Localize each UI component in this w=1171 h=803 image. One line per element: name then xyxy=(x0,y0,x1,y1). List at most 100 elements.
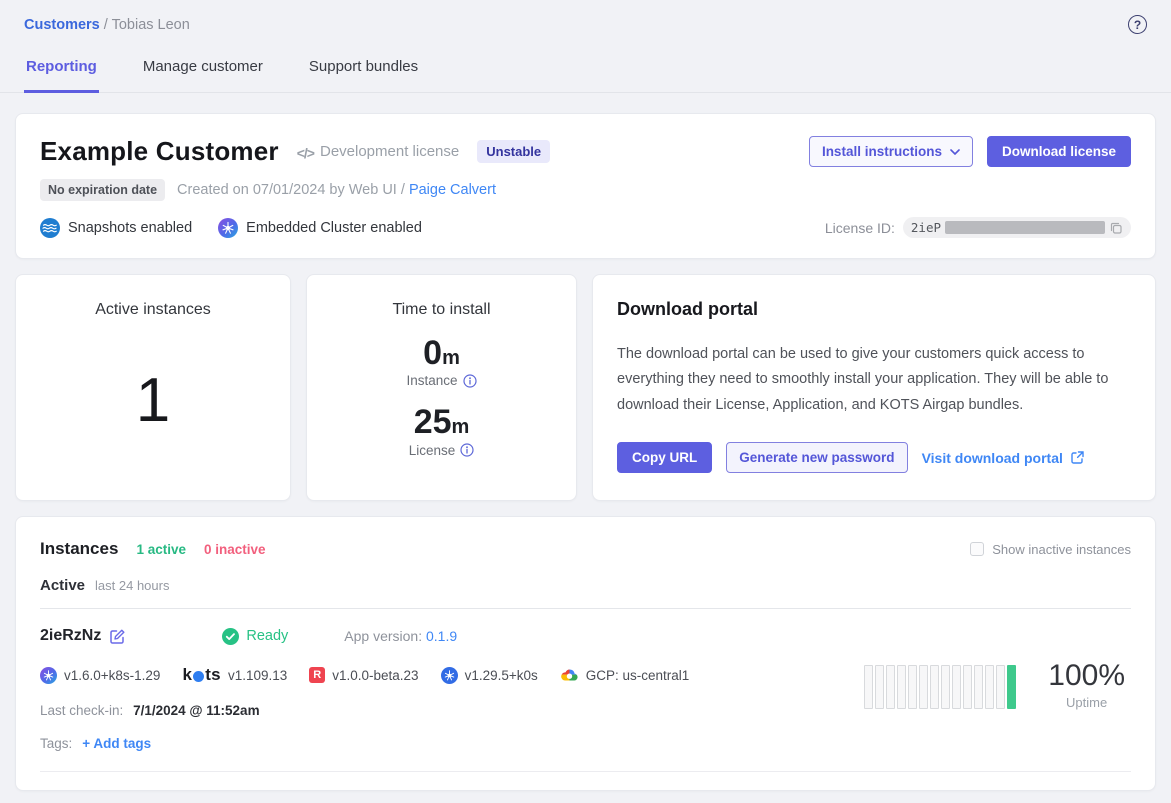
instances-title: Instances xyxy=(40,539,118,559)
uptime-section: 100% Uptime xyxy=(864,627,1131,751)
kots-logo: kts xyxy=(182,665,220,685)
help-icon[interactable]: ? xyxy=(1128,15,1147,34)
instance-row: 2ieRzNz Ready App version: 0. xyxy=(40,627,1131,751)
instance-label-text: Instance xyxy=(406,373,457,388)
feature-snapshots: Snapshots enabled xyxy=(40,218,192,238)
instance-id: 2ieRzNz xyxy=(40,627,101,645)
show-inactive-checkbox[interactable] xyxy=(970,542,984,556)
last-checkin-label: Last check-in: xyxy=(40,703,123,718)
uptime-bar xyxy=(996,665,1005,709)
uptime-bar xyxy=(952,665,961,709)
uptime-bar xyxy=(864,665,873,709)
edit-icon[interactable] xyxy=(109,628,126,645)
time-to-install-title: Time to install xyxy=(325,301,558,319)
add-tags-button[interactable]: + Add tags xyxy=(82,736,151,751)
breadcrumb-separator: / xyxy=(104,17,108,33)
tab-bar: Reporting Manage customer Support bundle… xyxy=(0,58,1171,93)
divider xyxy=(40,771,1131,772)
generate-password-button[interactable]: Generate new password xyxy=(726,442,907,473)
uptime-bar xyxy=(941,665,950,709)
inactive-count: 0 inactive xyxy=(204,542,266,557)
instances-card: Instances 1 active 0 inactive Show inact… xyxy=(15,516,1156,791)
gcp-region-text: GCP: us-central1 xyxy=(586,668,690,683)
feature-embedded-cluster: Embedded Cluster enabled xyxy=(218,218,422,238)
uptime-bar xyxy=(908,665,917,709)
license-install-unit: m xyxy=(452,416,470,438)
license-id-redacted xyxy=(945,221,1105,234)
last-checkin-value: 7/1/2024 @ 11:52am xyxy=(133,703,260,718)
replicated-version: R v1.0.0-beta.23 xyxy=(309,667,418,683)
license-id-label: License ID: xyxy=(825,220,895,236)
breadcrumb-current: Tobias Leon xyxy=(112,17,190,33)
download-portal-card: Download portal The download portal can … xyxy=(592,274,1156,501)
tab-reporting[interactable]: Reporting xyxy=(24,58,99,93)
install-instructions-button[interactable]: Install instructions xyxy=(809,136,973,167)
instance-install-number: 0 xyxy=(423,334,442,372)
kubernetes-version-text: v1.29.5+k0s xyxy=(465,668,538,683)
embedded-cluster-version-text: v1.6.0+k8s-1.29 xyxy=(64,668,160,683)
license-id-field: 2ieP xyxy=(903,217,1131,238)
code-icon: </> xyxy=(297,145,314,161)
expiration-badge: No expiration date xyxy=(40,179,165,201)
uptime-bar xyxy=(886,665,895,709)
uptime-bar xyxy=(985,665,994,709)
show-inactive-label: Show inactive instances xyxy=(992,542,1131,557)
license-label-text: License xyxy=(409,443,456,458)
channel-badge: Unstable xyxy=(477,140,550,163)
embedded-cluster-version: v1.6.0+k8s-1.29 xyxy=(40,667,160,684)
download-portal-title: Download portal xyxy=(617,299,1131,320)
kots-logo-ts: ts xyxy=(205,665,221,685)
embedded-cluster-icon xyxy=(218,218,238,238)
license-install-time: 25m xyxy=(325,404,558,441)
uptime-bar xyxy=(1007,665,1016,709)
kubernetes-icon xyxy=(441,667,458,684)
active-section-label: Active xyxy=(40,577,85,594)
kots-version-text: v1.109.13 xyxy=(228,668,287,683)
license-install-number: 25 xyxy=(414,403,452,441)
app-version-link[interactable]: 0.1.9 xyxy=(426,628,457,644)
active-section-sublabel: last 24 hours xyxy=(95,578,169,593)
breadcrumb-customers-link[interactable]: Customers xyxy=(24,17,100,33)
install-instructions-label: Install instructions xyxy=(822,144,942,159)
gcp-region: GCP: us-central1 xyxy=(560,668,690,683)
download-license-button[interactable]: Download license xyxy=(987,136,1131,167)
tags-row: Tags: + Add tags xyxy=(40,736,864,751)
kots-logo-o xyxy=(193,671,204,682)
copy-url-button[interactable]: Copy URL xyxy=(617,442,712,473)
instance-install-time: 0m xyxy=(325,335,558,372)
license-type-label: Development license xyxy=(320,143,459,160)
uptime-bars xyxy=(864,665,1016,709)
active-instances-value: 1 xyxy=(34,365,272,436)
download-portal-description: The download portal can be used to give … xyxy=(617,342,1131,418)
app-version-label: App version: xyxy=(344,628,422,644)
created-text-static: Created on 07/01/2024 by Web UI / xyxy=(177,182,405,198)
version-chips-row: v1.6.0+k8s-1.29 kts v1.109.13 R v1.0.0-b… xyxy=(40,665,864,685)
tags-label: Tags: xyxy=(40,736,72,751)
uptime-percentage: 100% xyxy=(1048,659,1125,693)
divider xyxy=(40,608,1131,609)
chevron-down-icon xyxy=(950,149,960,155)
tab-manage-customer[interactable]: Manage customer xyxy=(141,58,265,92)
kubernetes-version: v1.29.5+k0s xyxy=(441,667,538,684)
feature-snapshots-label: Snapshots enabled xyxy=(68,220,192,236)
info-icon[interactable] xyxy=(463,374,477,388)
show-inactive-toggle[interactable]: Show inactive instances xyxy=(970,542,1131,557)
copy-icon[interactable] xyxy=(1109,221,1123,235)
app-version: App version: 0.1.9 xyxy=(344,628,457,644)
embedded-cluster-icon xyxy=(40,667,57,684)
visit-link-label: Visit download portal xyxy=(922,450,1063,466)
active-count: 1 active xyxy=(136,542,186,557)
time-to-install-card: Time to install 0m Instance 25m License xyxy=(306,274,577,501)
info-icon[interactable] xyxy=(460,443,474,457)
breadcrumb: Customers / Tobias Leon xyxy=(24,17,190,33)
created-by-link[interactable]: Paige Calvert xyxy=(409,182,496,198)
uptime-bar xyxy=(963,665,972,709)
visit-download-portal-link[interactable]: Visit download portal xyxy=(922,450,1085,466)
stats-row: Active instances 1 Time to install 0m In… xyxy=(15,274,1156,501)
ready-check-icon xyxy=(222,628,239,645)
tab-support-bundles[interactable]: Support bundles xyxy=(307,58,420,92)
kots-logo-k: k xyxy=(182,665,192,685)
uptime-label: Uptime xyxy=(1048,695,1125,710)
instance-status: Ready xyxy=(246,628,288,644)
snapshots-icon xyxy=(40,218,60,238)
